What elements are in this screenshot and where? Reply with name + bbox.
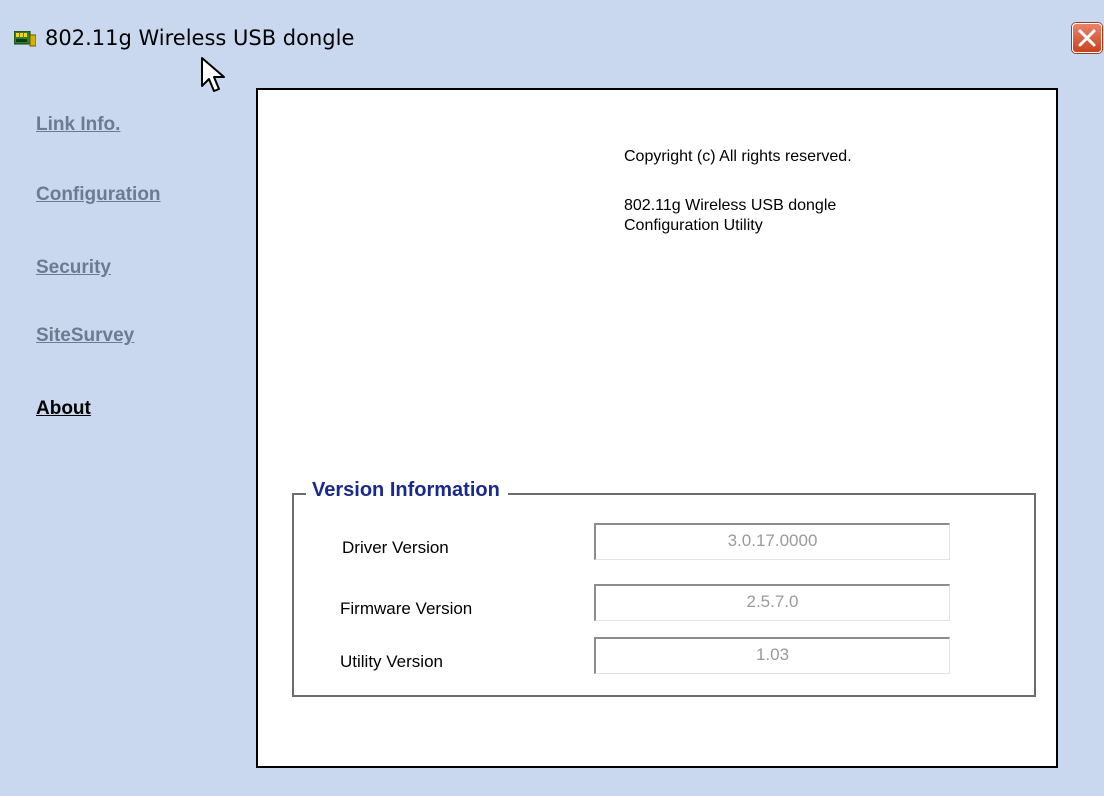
- utility-version-field: 1.03: [594, 637, 950, 674]
- driver-version-label: Driver Version: [342, 538, 449, 557]
- product-description: 802.11g Wireless USB dongle Configuratio…: [624, 196, 836, 236]
- version-information-group: Version Information Driver Version 3.0.1…: [292, 479, 1036, 697]
- version-information-title: Version Information: [306, 479, 508, 502]
- mouse-cursor-icon: [200, 56, 230, 101]
- window-title: 802.11g Wireless USB dongle: [45, 26, 355, 50]
- network-card-icon: [13, 30, 37, 48]
- utility-version-label: Utility Version: [340, 652, 443, 671]
- sidebar-item-sitesurvey[interactable]: SiteSurvey: [36, 325, 134, 347]
- firmware-version-field: 2.5.7.0: [594, 584, 950, 621]
- title-bar[interactable]: 802.11g Wireless USB dongle: [0, 0, 1104, 80]
- sidebar-item-security[interactable]: Security: [36, 257, 111, 279]
- driver-version-field: 3.0.17.0000: [594, 523, 950, 560]
- sidebar-item-link-info[interactable]: Link Info.: [36, 114, 120, 136]
- firmware-version-label: Firmware Version: [340, 599, 473, 618]
- sidebar-item-about[interactable]: About: [36, 398, 91, 420]
- close-icon: [1078, 29, 1096, 47]
- about-panel: Copyright (c) All rights reserved. 802.1…: [256, 88, 1058, 768]
- app-window: 802.11g Wireless USB dongle Link Info. C…: [0, 0, 1104, 796]
- sidebar-item-configuration[interactable]: Configuration: [36, 184, 161, 206]
- close-button[interactable]: [1072, 23, 1102, 53]
- product-utility-name: Configuration Utility: [624, 217, 763, 234]
- product-name: 802.11g Wireless USB dongle: [624, 197, 837, 214]
- copyright-text: Copyright (c) All rights reserved.: [624, 148, 852, 165]
